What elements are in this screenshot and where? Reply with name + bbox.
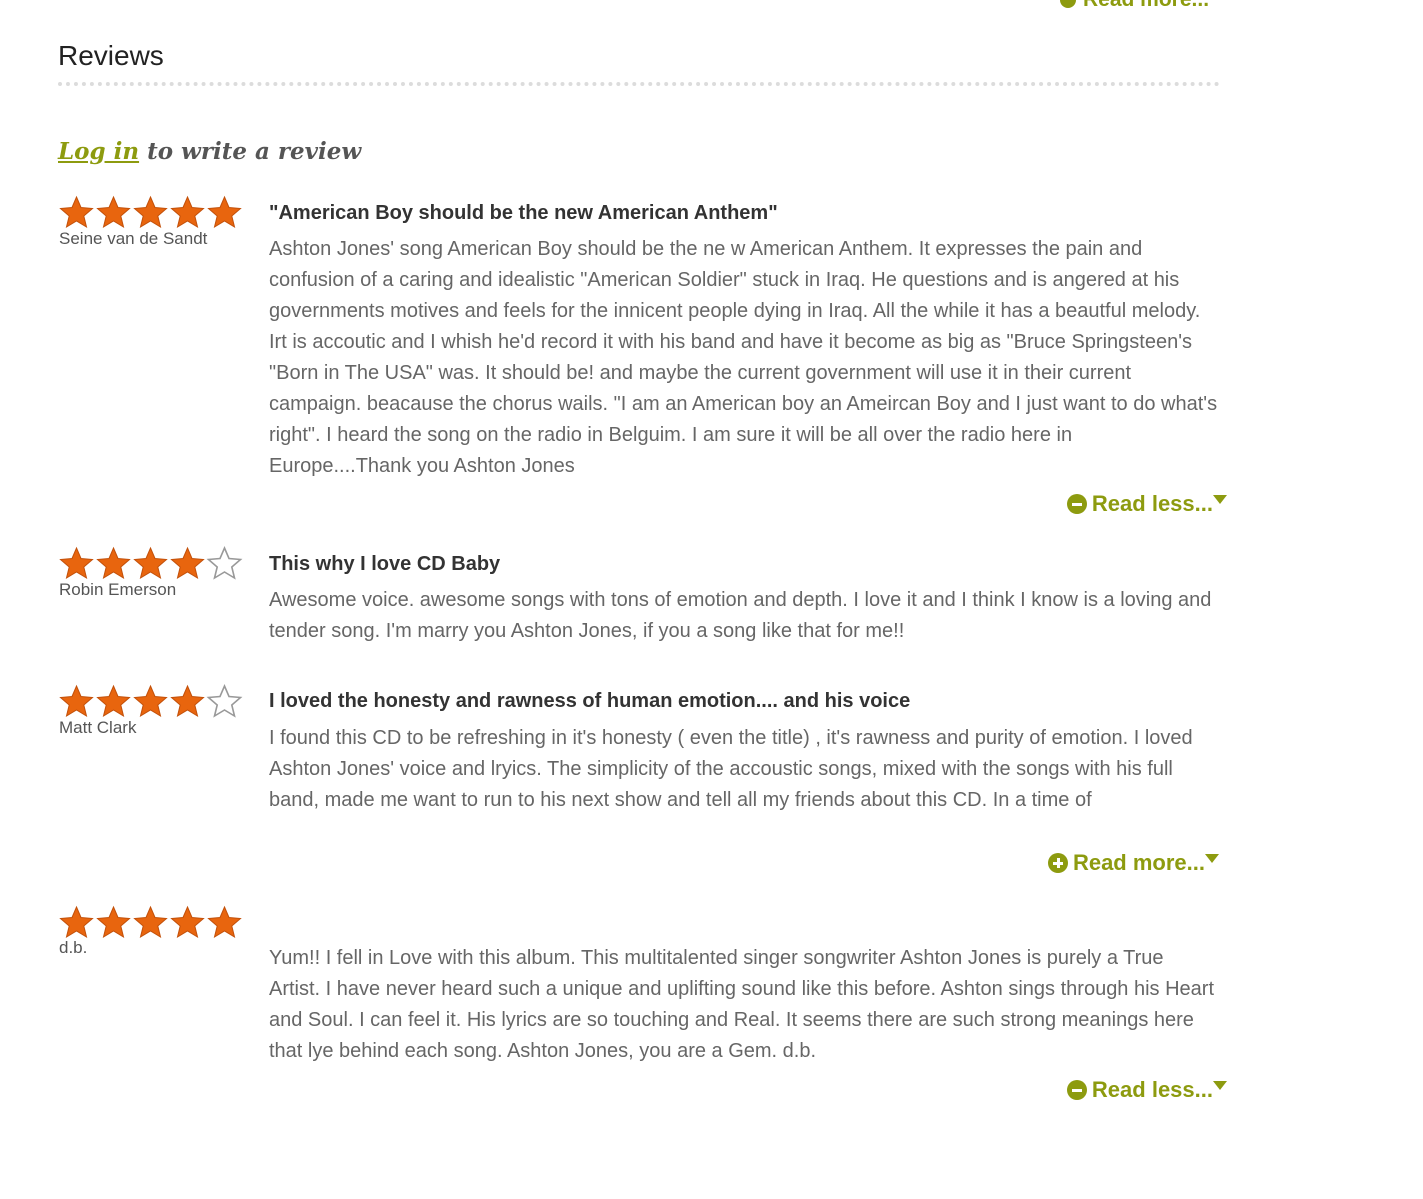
star-filled-icon [59, 546, 94, 580]
star-filled-icon [59, 195, 94, 229]
review-title: I loved the honesty and rawness of human… [269, 690, 911, 712]
login-prompt: Log in to write a review [58, 138, 361, 165]
read-more-label: Read more... [1083, 0, 1209, 12]
caret-down-icon [1213, 1080, 1227, 1090]
star-filled-icon [96, 195, 131, 229]
login-link[interactable]: Log in [58, 138, 139, 165]
review-author: Robin Emerson [59, 580, 177, 599]
star-rating [58, 195, 243, 229]
minus-circle-icon [1066, 1080, 1087, 1100]
review-author: d.b. [59, 938, 88, 957]
star-rating [58, 546, 243, 580]
star-filled-icon [133, 684, 168, 718]
star-filled-icon [170, 195, 205, 229]
login-suffix: to write a review [147, 138, 362, 165]
read-less-link[interactable]: Read less... [1066, 491, 1227, 517]
star-filled-icon [207, 195, 242, 229]
star-filled-icon [170, 546, 205, 580]
read-more-link-top[interactable]: Read more... [1060, 0, 1209, 12]
read-less-label: Read less... [1091, 1077, 1213, 1102]
section-divider [58, 82, 1220, 86]
caret-down-icon [1213, 494, 1227, 504]
star-empty-icon [206, 684, 243, 718]
star-filled-icon [59, 684, 94, 718]
review-title: "American Boy should be the new American… [269, 202, 778, 224]
review-body: I found this CD to be refreshing in it's… [269, 727, 1193, 811]
star-filled-icon [133, 546, 168, 580]
star-filled-icon [207, 905, 242, 939]
star-filled-icon [133, 195, 168, 229]
review-body: Awesome voice. awesome songs with tons o… [269, 589, 1212, 642]
review-title: This why I love CD Baby [269, 553, 501, 575]
star-rating [58, 905, 243, 939]
caret-down-icon [1205, 853, 1219, 863]
star-filled-icon [96, 905, 131, 939]
section-title: Reviews [58, 40, 164, 71]
star-filled-icon [96, 684, 131, 718]
star-filled-icon [170, 905, 205, 939]
star-empty-icon [206, 546, 243, 580]
star-filled-icon [59, 905, 94, 939]
minus-circle-icon [1066, 494, 1087, 514]
read-less-label: Read less... [1091, 491, 1213, 516]
review-author: Matt Clark [59, 718, 137, 737]
review-author: Seine van de Sandt [59, 229, 208, 248]
read-more-link[interactable]: Read more... [1047, 850, 1219, 876]
star-rating [58, 684, 243, 718]
read-more-label: Read more... [1072, 850, 1205, 875]
star-filled-icon [96, 546, 131, 580]
star-filled-icon [170, 684, 205, 718]
review-body: Ashton Jones' song American Boy should b… [269, 238, 1218, 477]
read-less-link[interactable]: Read less... [1066, 1077, 1227, 1103]
plus-circle-icon [1060, 0, 1076, 8]
review-body: Yum!! I fell in Love with this album. Th… [269, 947, 1215, 1062]
plus-circle-icon [1047, 853, 1068, 873]
star-filled-icon [133, 905, 168, 939]
